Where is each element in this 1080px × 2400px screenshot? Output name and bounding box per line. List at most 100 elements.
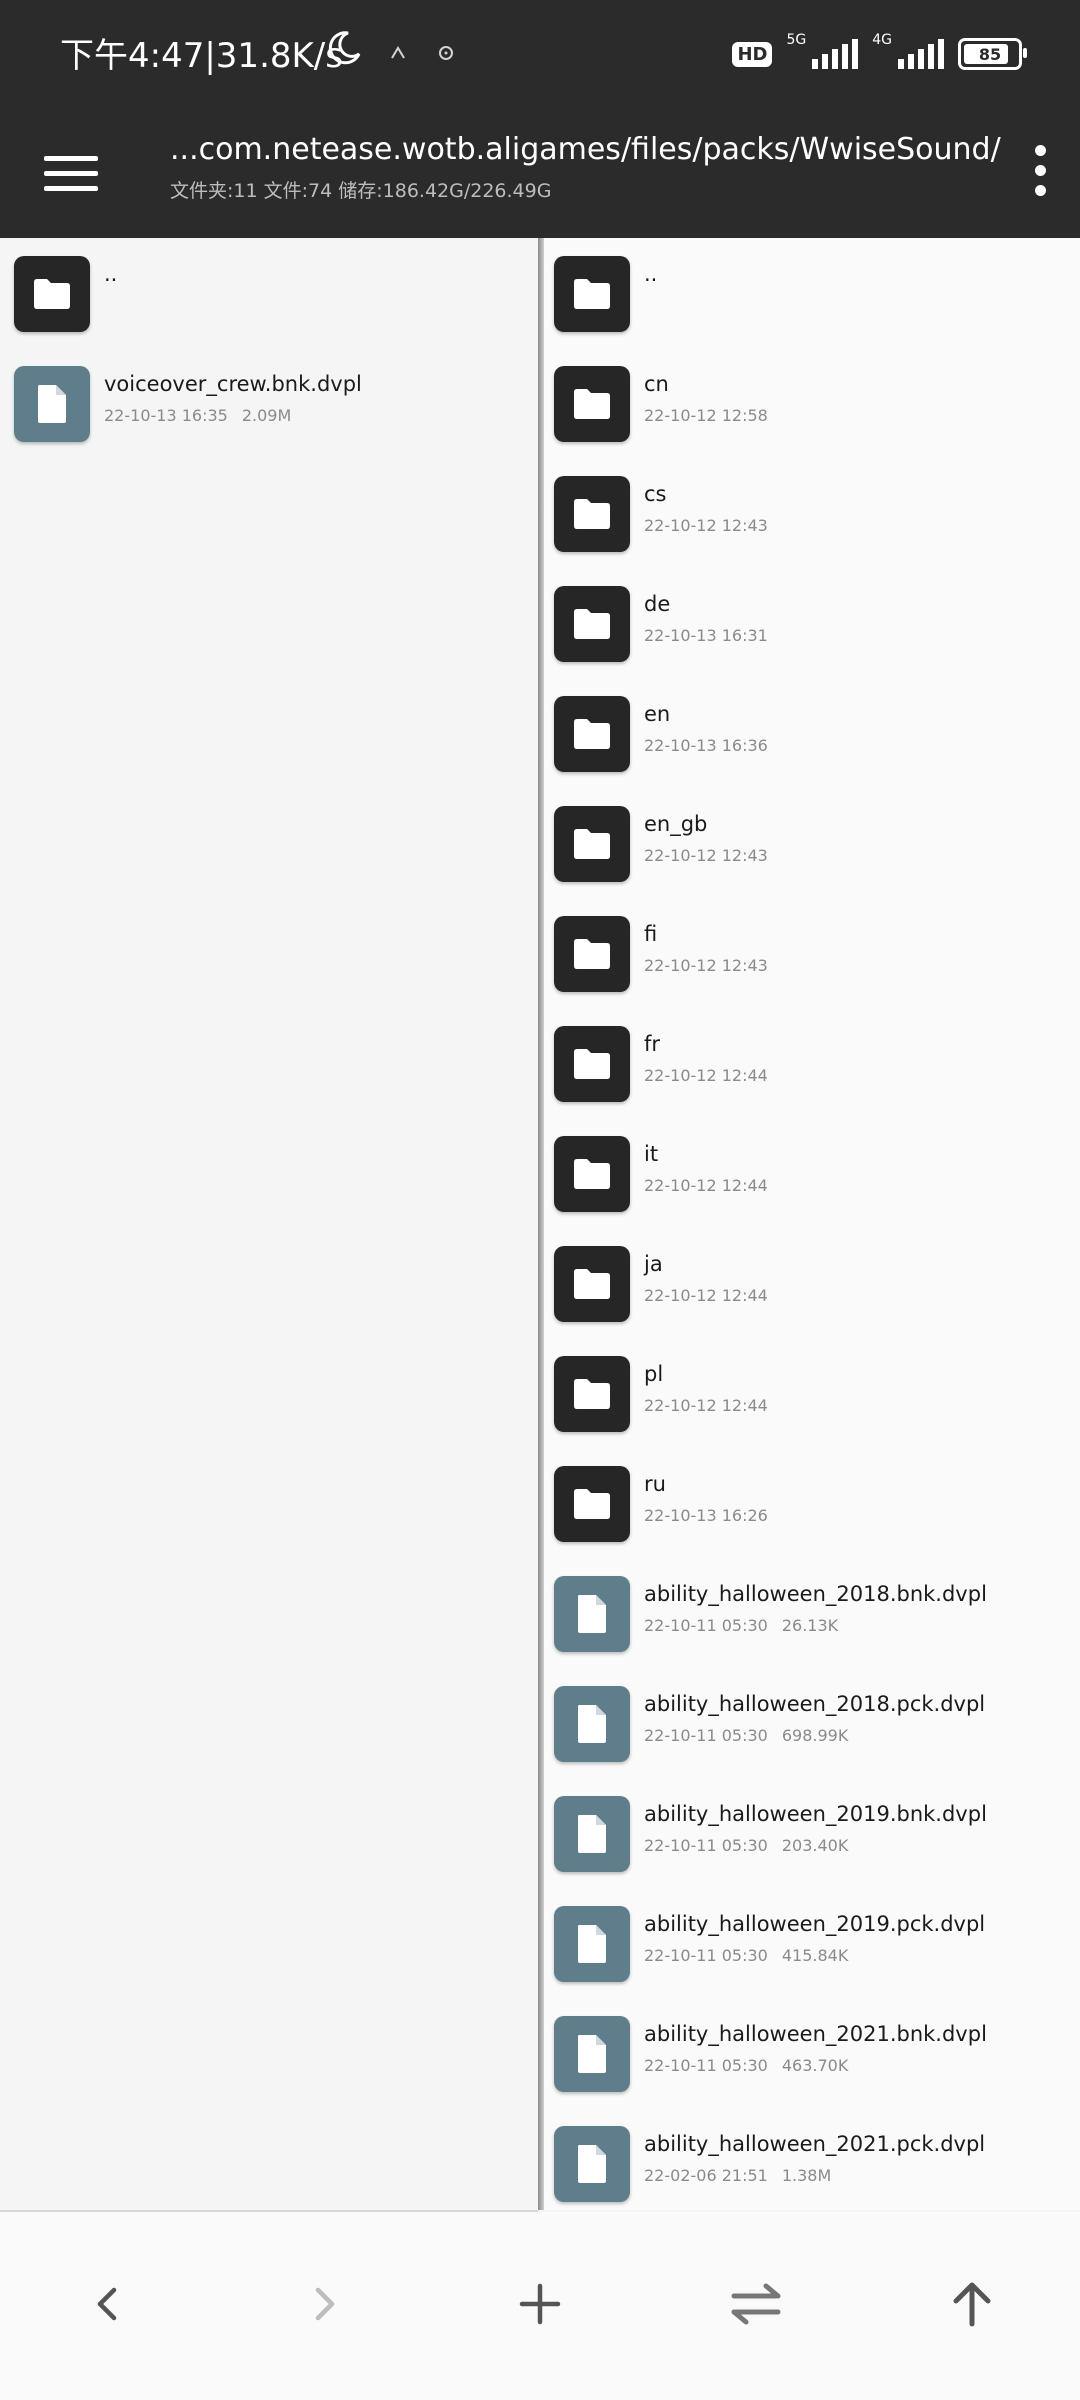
file-row[interactable]: ability_halloween_2019.pck.dvpl 22-10-11 … [544, 1890, 1080, 2000]
item-name: pl [644, 1362, 664, 1386]
item-size: 2.09M [241, 406, 292, 425]
item-date: 22-10-12 12:44 [644, 1176, 768, 1195]
item-date: 22-10-12 12:43 [644, 846, 768, 865]
file-icon[interactable] [554, 1906, 630, 1982]
item-size: 698.99K [781, 1726, 849, 1745]
folder-icon[interactable] [554, 1246, 630, 1322]
item-meta: 22-10-11 05:30 463.70K [644, 2056, 848, 2075]
hd-badge: HD [732, 41, 773, 67]
folder-icon[interactable] [554, 1136, 630, 1212]
folder-icon[interactable] [554, 696, 630, 772]
item-date: 22-10-11 05:30 [644, 1946, 768, 1965]
item-meta: 22-10-12 12:43 [644, 846, 768, 865]
menu-icon[interactable] [44, 140, 110, 206]
item-name: cn [644, 372, 669, 396]
file-icon[interactable] [554, 1576, 630, 1652]
item-name: .. [644, 262, 658, 286]
folder-row[interactable]: cn 22-10-12 12:58 [544, 350, 1080, 460]
battery-icon: 85 [958, 38, 1027, 70]
swap-icon [731, 2283, 781, 2325]
folder-icon[interactable] [554, 586, 630, 662]
right-file-panel: .. cn 22-10-12 12:58 cs 22-10-12 12:43 de 22-1… [544, 238, 1080, 2210]
file-row[interactable]: ability_halloween_2018.bnk.dvpl 22-10-11 … [544, 1560, 1080, 1670]
folder-row[interactable]: .. [0, 240, 538, 350]
parent-directory-button[interactable] [930, 2262, 1014, 2346]
folder-icon[interactable] [554, 366, 630, 442]
item-date: 22-10-11 05:30 [644, 1726, 768, 1745]
item-meta: 22-02-06 21:51 1.38M [644, 2166, 831, 2185]
item-date: 22-10-11 05:30 [644, 1836, 768, 1855]
item-size: 203.40K [781, 1836, 849, 1855]
item-date: 22-10-12 12:43 [644, 516, 768, 535]
item-date: 22-10-11 05:30 [644, 1616, 768, 1635]
file-row[interactable]: ability_halloween_2018.pck.dvpl 22-10-11 … [544, 1670, 1080, 1780]
add-button[interactable] [498, 2262, 582, 2346]
more-options-icon[interactable] [1020, 134, 1060, 206]
item-size: 26.13K [781, 1616, 839, 1635]
file-row[interactable]: voiceover_crew.bnk.dvpl 22-10-13 16:35 2.0… [0, 350, 538, 460]
folder-icon[interactable] [554, 1026, 630, 1102]
file-row[interactable]: ability_halloween_2021.pck.dvpl 22-02-06 … [544, 2110, 1080, 2210]
item-name: fr [644, 1032, 661, 1056]
folder-icon[interactable] [554, 476, 630, 552]
plus-icon [519, 2283, 561, 2325]
file-icon[interactable] [554, 1686, 630, 1762]
item-meta: 22-10-12 12:43 [644, 956, 768, 975]
item-name: de [644, 592, 671, 616]
folder-icon[interactable] [554, 1466, 630, 1542]
current-path[interactable]: ...com.netease.wotb.aligames/files/packs… [170, 132, 1001, 167]
notification-icon [391, 46, 405, 59]
folder-row[interactable]: de 22-10-13 16:31 [544, 570, 1080, 680]
item-name: ability_halloween_2019.pck.dvpl [644, 1912, 986, 1936]
folder-row[interactable]: ja 22-10-12 12:44 [544, 1230, 1080, 1340]
item-size: 463.70K [781, 2056, 849, 2075]
item-meta: 22-10-12 12:44 [644, 1176, 768, 1195]
status-time: 下午4:47|31.8K/s [60, 36, 343, 76]
item-meta: 22-10-11 05:30 698.99K [644, 1726, 848, 1745]
folder-row[interactable]: fi 22-10-12 12:43 [544, 900, 1080, 1010]
item-name: ability_halloween_2019.bnk.dvpl [644, 1802, 987, 1826]
file-icon[interactable] [554, 1796, 630, 1872]
item-name: voiceover_crew.bnk.dvpl [104, 372, 362, 396]
folder-icon[interactable] [554, 916, 630, 992]
item-meta: 22-10-12 12:43 [644, 516, 768, 535]
folder-icon[interactable] [14, 256, 90, 332]
item-name: ability_halloween_2018.bnk.dvpl [644, 1582, 987, 1606]
item-name: ability_halloween_2021.bnk.dvpl [644, 2022, 987, 2046]
arrow-up-icon [953, 2282, 991, 2327]
status-bar: 下午4:47|31.8K/s HD 5G 4G 85 [0, 0, 1080, 110]
forward-button[interactable] [282, 2262, 366, 2346]
item-date: 22-10-12 12:43 [644, 956, 768, 975]
file-row[interactable]: ability_halloween_2019.bnk.dvpl 22-10-11 … [544, 1780, 1080, 1890]
file-icon[interactable] [554, 2016, 630, 2092]
item-meta: 22-10-13 16:31 [644, 626, 768, 645]
folder-icon[interactable] [554, 806, 630, 882]
chevron-right-icon [315, 2287, 335, 2321]
item-date: 22-10-12 12:58 [644, 406, 768, 425]
item-name: ru [644, 1472, 666, 1496]
file-row[interactable]: ability_halloween_2021.bnk.dvpl 22-10-11 … [544, 2000, 1080, 2110]
item-meta: 22-10-11 05:30 203.40K [644, 1836, 848, 1855]
bottom-navigation [0, 2212, 1080, 2400]
swap-panels-button[interactable] [714, 2262, 798, 2346]
folder-icon[interactable] [554, 256, 630, 332]
file-icon[interactable] [554, 2126, 630, 2202]
item-date: 22-10-12 12:44 [644, 1396, 768, 1415]
file-icon[interactable] [14, 366, 90, 442]
signal-strength-icon [812, 39, 859, 69]
folder-row[interactable]: ru 22-10-13 16:26 [544, 1450, 1080, 1560]
network-type-5g: 5G [786, 32, 807, 48]
folder-row[interactable]: pl 22-10-12 12:44 [544, 1340, 1080, 1450]
item-name: fi [644, 922, 658, 946]
folder-row[interactable]: en_gb 22-10-12 12:43 [544, 790, 1080, 900]
folder-row[interactable]: it 22-10-12 12:44 [544, 1120, 1080, 1230]
folder-row[interactable]: .. [544, 240, 1080, 350]
back-button[interactable] [66, 2262, 150, 2346]
item-name: it [644, 1142, 659, 1166]
folder-icon[interactable] [554, 1356, 630, 1432]
item-name: cs [644, 482, 667, 506]
folder-row[interactable]: fr 22-10-12 12:44 [544, 1010, 1080, 1120]
folder-row[interactable]: en 22-10-13 16:36 [544, 680, 1080, 790]
item-name: en_gb [644, 812, 708, 836]
folder-row[interactable]: cs 22-10-12 12:43 [544, 460, 1080, 570]
